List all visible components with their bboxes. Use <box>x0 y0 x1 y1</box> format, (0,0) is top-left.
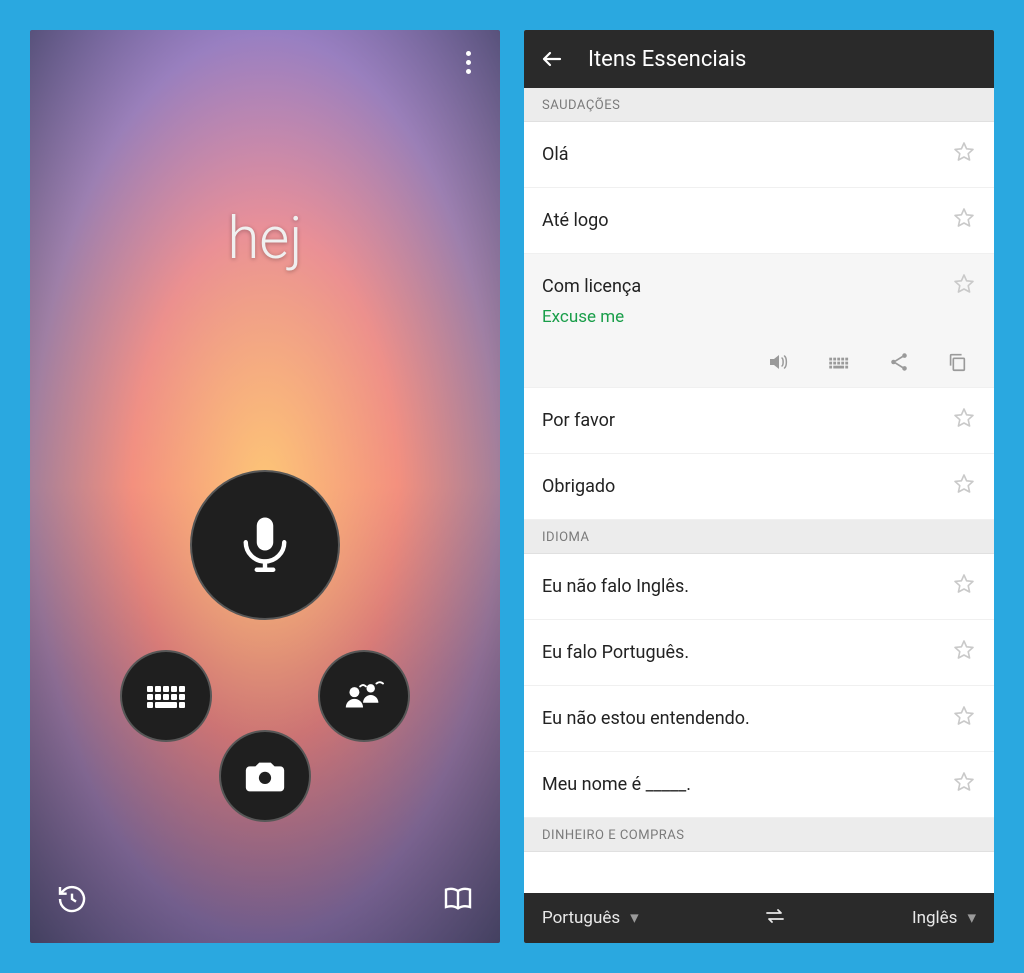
phrase-item[interactable]: Obrigado <box>524 454 994 520</box>
translator-home-screen: hej <box>30 30 500 943</box>
microphone-button[interactable] <box>190 470 340 620</box>
phrase-item[interactable]: Até logo <box>524 188 994 254</box>
section-header: SAUDAÇÕES <box>524 88 994 122</box>
phrase-text: Por favor <box>542 410 615 431</box>
microphone-icon <box>232 512 298 578</box>
source-language-label: Português <box>542 908 620 928</box>
swap-languages-button[interactable] <box>763 904 787 932</box>
keyboard-button[interactable] <box>120 650 212 742</box>
source-language-selector[interactable]: Português ▾ <box>542 908 639 928</box>
phrase-item[interactable]: Por favor <box>524 388 994 454</box>
swap-icon <box>763 904 787 928</box>
speaker-icon <box>766 350 790 374</box>
phrasebook-screen: Itens Essenciais SAUDAÇÕES Olá Até logo Com… <box>524 30 994 943</box>
camera-button[interactable] <box>219 730 311 822</box>
favorite-button[interactable] <box>952 206 976 235</box>
back-button[interactable] <box>540 47 564 71</box>
target-language-selector[interactable]: Inglês ▾ <box>912 908 976 928</box>
section-header: IDIOMA <box>524 520 994 554</box>
phrase-item[interactable]: Com licença Excuse me <box>524 254 994 388</box>
favorite-button[interactable] <box>952 704 976 733</box>
language-bar: Português ▾ Inglês ▾ <box>524 893 994 943</box>
dropdown-icon: ▾ <box>630 908 639 928</box>
phrase-text: Eu falo Português. <box>542 642 689 663</box>
favorite-button[interactable] <box>952 406 976 435</box>
phrase-translation: Excuse me <box>542 307 976 327</box>
favorite-button[interactable] <box>952 140 976 169</box>
book-icon <box>442 883 474 915</box>
copy-button[interactable] <box>946 349 968 375</box>
conversation-button[interactable] <box>318 650 410 742</box>
favorite-button[interactable] <box>952 572 976 601</box>
favorite-button[interactable] <box>952 770 976 799</box>
favorite-button[interactable] <box>952 638 976 667</box>
phrase-item[interactable]: Eu falo Português. <box>524 620 994 686</box>
phrase-text: Obrigado <box>542 476 615 497</box>
people-talking-icon <box>341 673 387 719</box>
phrasebook-button[interactable] <box>438 879 478 919</box>
camera-icon <box>242 753 288 799</box>
phrase-item[interactable]: Eu não falo Inglês. <box>524 554 994 620</box>
phrase-text: Meu nome é _____. <box>542 774 691 795</box>
displayed-word: hej <box>30 205 500 273</box>
phrase-list: SAUDAÇÕES Olá Até logo Com licença Excuse me… <box>524 88 994 893</box>
target-language-label: Inglês <box>912 908 957 928</box>
phrase-text: Com licença <box>542 276 641 297</box>
phrase-item[interactable]: Olá <box>524 122 994 188</box>
phrase-item[interactable]: Meu nome é _____. <box>524 752 994 818</box>
dropdown-icon: ▾ <box>967 908 976 928</box>
phrase-text: Até logo <box>542 210 609 231</box>
keyboard-icon <box>142 672 190 720</box>
copy-icon <box>946 351 968 373</box>
speak-button[interactable] <box>766 349 790 375</box>
history-icon <box>56 883 88 915</box>
keyboard-action-button[interactable] <box>826 349 852 375</box>
top-bar: Itens Essenciais <box>524 30 994 88</box>
phrase-item[interactable]: Eu não estou entendendo. <box>524 686 994 752</box>
overflow-menu-button[interactable] <box>454 48 482 76</box>
section-header: DINHEIRO E COMPRAS <box>524 818 994 852</box>
phrase-text: Eu não estou entendendo. <box>542 708 750 729</box>
history-button[interactable] <box>52 879 92 919</box>
share-button[interactable] <box>888 349 910 375</box>
back-arrow-icon <box>540 47 564 71</box>
phrase-text: Eu não falo Inglês. <box>542 576 689 597</box>
favorite-button[interactable] <box>952 472 976 501</box>
page-title: Itens Essenciais <box>588 47 746 72</box>
phrase-actions <box>542 349 976 375</box>
keyboard-icon <box>826 349 852 375</box>
favorite-button[interactable] <box>952 272 976 301</box>
phrase-text: Olá <box>542 144 569 165</box>
share-icon <box>888 351 910 373</box>
